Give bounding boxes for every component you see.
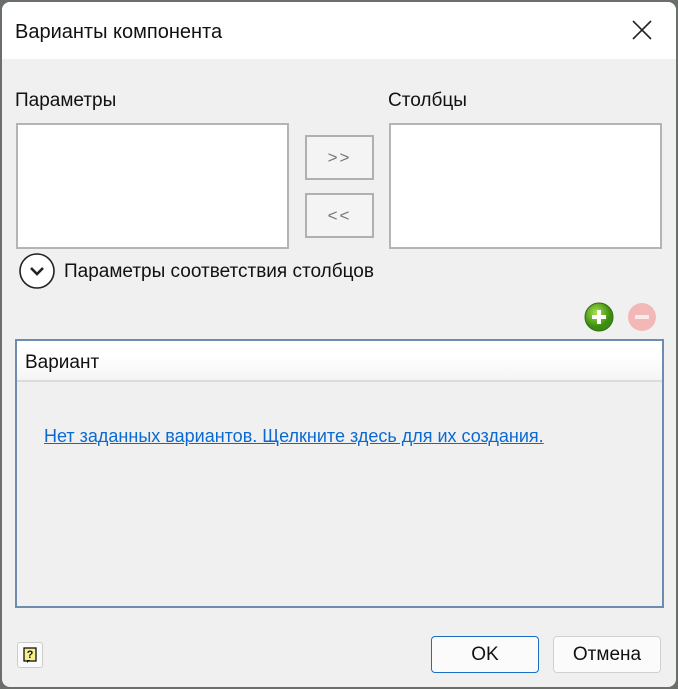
column-header-variant[interactable]: Вариант: [25, 352, 99, 374]
plus-icon: [584, 302, 614, 332]
move-right-button[interactable]: >>: [305, 135, 374, 180]
help-button[interactable]: ?: [17, 642, 43, 668]
add-variant-button[interactable]: [584, 302, 614, 332]
columns-label: Столбцы: [388, 90, 467, 111]
svg-text:?: ?: [27, 649, 34, 661]
cancel-button[interactable]: Отмена: [553, 636, 661, 673]
help-icon: ?: [23, 647, 37, 663]
close-button[interactable]: [622, 12, 662, 50]
parameters-label: Параметры: [15, 90, 117, 111]
move-left-button[interactable]: <<: [305, 193, 374, 238]
expander-label: Параметры соответствия столбцов: [64, 261, 374, 282]
columns-list[interactable]: [389, 123, 662, 249]
expander-button[interactable]: [18, 253, 58, 291]
grid-header: Вариант: [17, 341, 662, 382]
ok-button[interactable]: OK: [431, 636, 539, 673]
close-icon: [632, 20, 652, 40]
component-variants-dialog: Варианты компонента Параметры Столбцы >>…: [2, 2, 676, 687]
remove-variant-button[interactable]: [627, 302, 657, 332]
create-variants-link[interactable]: Нет заданных вариантов. Щелкните здесь д…: [44, 426, 544, 447]
title-bar: Варианты компонента: [2, 2, 676, 59]
minus-icon: [628, 303, 656, 331]
chevron-down-icon: [19, 253, 55, 289]
variants-grid: Вариант Нет заданных вариантов. Щелкните…: [15, 339, 664, 608]
parameters-list[interactable]: [16, 123, 289, 249]
dialog-title: Варианты компонента: [15, 21, 223, 43]
